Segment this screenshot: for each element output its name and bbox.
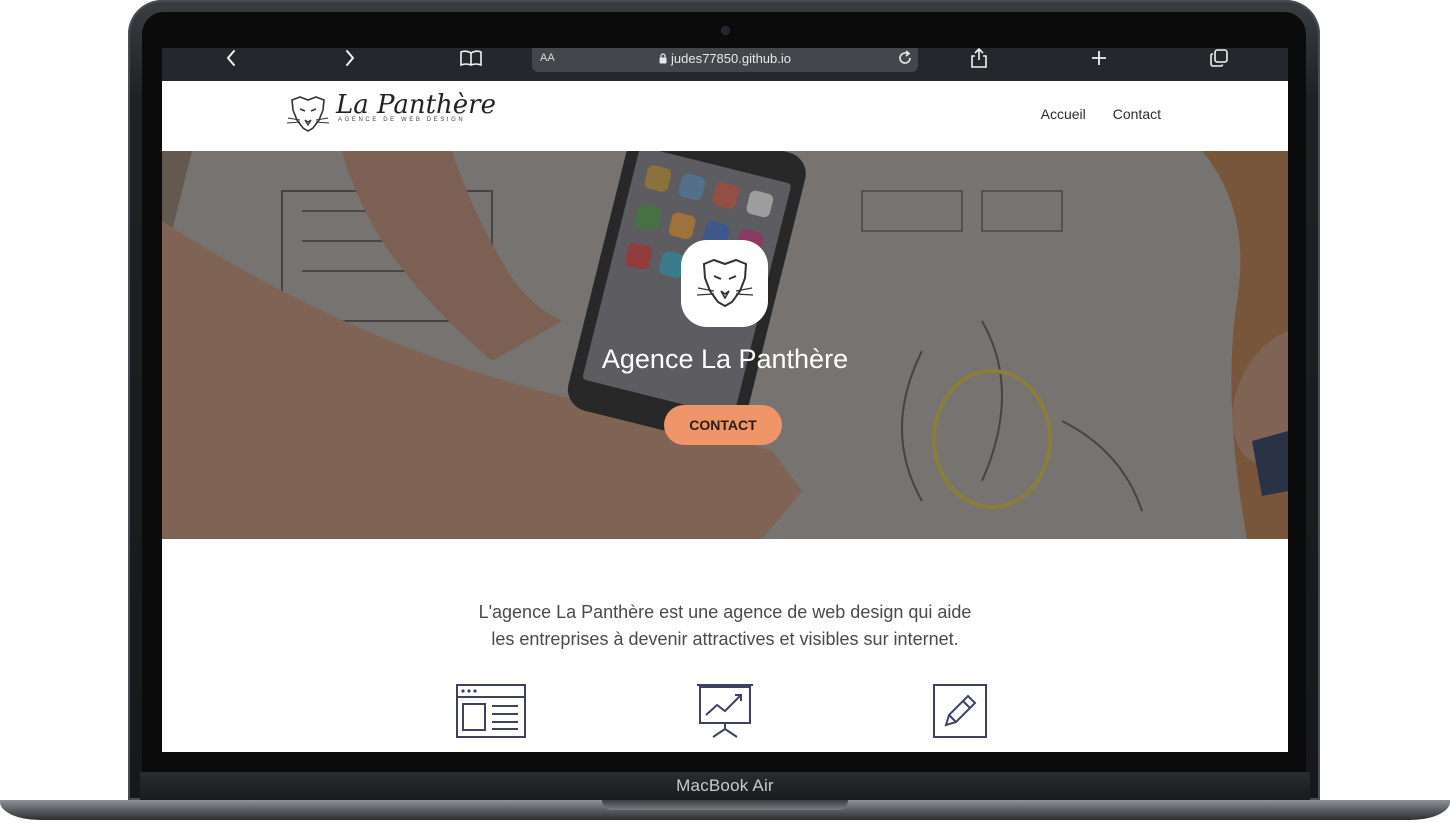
chevron-right-icon — [346, 50, 355, 66]
panther-logo-icon[interactable] — [286, 94, 330, 134]
share-icon — [971, 48, 987, 68]
presentation-chart-icon — [697, 684, 753, 738]
forward-button[interactable] — [335, 48, 365, 68]
tabs-icon — [1210, 49, 1228, 67]
address-bar[interactable]: AA judes77850.github.io — [532, 48, 918, 72]
share-button[interactable] — [964, 48, 994, 68]
site-header: La Panthère AGENCE DE WEB DESIGN Accueil… — [162, 81, 1288, 151]
lock-icon — [659, 53, 667, 64]
hero-title: Agence La Panthère — [601, 344, 849, 374]
nav-item-contact[interactable]: Contact — [1113, 106, 1161, 122]
pencil-edit-icon — [933, 684, 987, 738]
book-icon — [460, 50, 482, 67]
panther-logo-icon — [696, 258, 753, 307]
camera-icon — [722, 27, 729, 34]
logo-tagline: AGENCE DE WEB DESIGN — [338, 117, 466, 123]
laptop-notch — [602, 800, 848, 810]
main-nav: Accueil Contact — [1041, 106, 1161, 122]
chevron-left-icon — [226, 50, 235, 66]
new-tab-button[interactable] — [1084, 48, 1114, 68]
nav-item-accueil[interactable]: Accueil — [1041, 106, 1086, 122]
hero-logo — [681, 240, 768, 327]
logo-text[interactable]: La Panthère — [336, 90, 496, 120]
hero-section: Agence La Panthère CONTACT — [162, 151, 1288, 539]
url-text: judes77850.github.io — [671, 51, 791, 66]
reload-icon[interactable] — [896, 49, 914, 67]
screen: AA judes77850.github.io La Panthère AGEN… — [162, 48, 1288, 752]
intro-line-2: les entreprises à devenir attractives et… — [491, 629, 959, 649]
device-label: MacBook Air — [676, 776, 774, 795]
bookmarks-button[interactable] — [456, 48, 486, 68]
intro-text: L'agence La Panthère est une agence de w… — [162, 599, 1288, 653]
webpage-layout-icon — [456, 684, 526, 738]
browser-toolbar: AA judes77850.github.io — [162, 48, 1288, 81]
url-display: judes77850.github.io — [532, 51, 918, 66]
intro-line-1: L'agence La Panthère est une agence de w… — [478, 602, 972, 622]
tabs-button[interactable] — [1204, 48, 1234, 68]
plus-icon — [1092, 51, 1106, 65]
contact-button[interactable]: CONTACT — [664, 405, 782, 445]
back-button[interactable] — [216, 48, 246, 68]
